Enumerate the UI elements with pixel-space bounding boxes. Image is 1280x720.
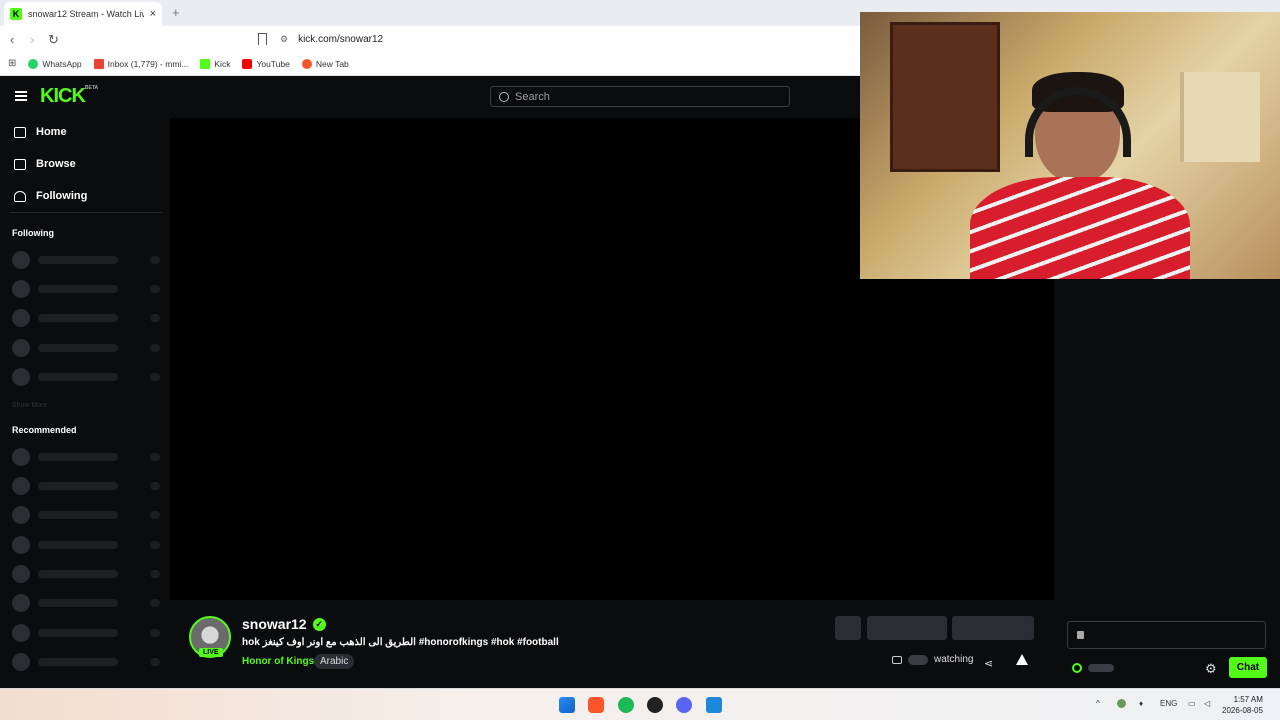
- stream-info: LIVE snowar12 ✓ hok الطريق الى الذهب مع …: [170, 600, 1054, 688]
- show-more-link[interactable]: Show More: [12, 402, 47, 409]
- emote-icon[interactable]: [1072, 663, 1082, 673]
- microphone-icon[interactable]: ♦: [1139, 699, 1143, 708]
- stream-title: hok الطريق الى الذهب مع اونر اوف كينغز #…: [242, 637, 559, 648]
- search-icon: [499, 91, 509, 102]
- obs-icon[interactable]: [647, 697, 663, 713]
- channel-skeleton: [12, 448, 160, 466]
- url-field[interactable]: ⚙ kick.com/snowar12: [280, 30, 840, 48]
- tab-title: snowar12 Stream - Watch Live o: [28, 9, 144, 19]
- clock[interactable]: 1:57 AM 2026-08-05: [1222, 694, 1263, 716]
- apps-grid-icon[interactable]: ⊞: [8, 58, 16, 69]
- follow-button[interactable]: [952, 616, 1034, 640]
- sidebar-item-home[interactable]: Home: [14, 126, 67, 138]
- gmail-icon: [93, 58, 104, 69]
- report-warning-icon[interactable]: [1016, 654, 1028, 665]
- channel-skeleton: [12, 653, 160, 671]
- browser-tab[interactable]: K snowar12 Stream - Watch Live o ×: [4, 2, 162, 26]
- channel-skeleton: [12, 280, 160, 298]
- viewer-count-skeleton: [908, 654, 928, 665]
- channel-skeleton: [12, 339, 160, 357]
- brave-icon[interactable]: [588, 697, 604, 713]
- network-icon[interactable]: ▭: [1188, 699, 1196, 708]
- channel-skeleton: [12, 624, 160, 642]
- browse-icon: [14, 158, 26, 170]
- new-tab-button[interactable]: +: [172, 5, 180, 20]
- bookmark-gmail[interactable]: Inbox (1,779) - mmi...: [93, 58, 188, 69]
- gift-button[interactable]: [835, 616, 861, 640]
- channel-skeleton: [12, 368, 160, 386]
- tray-chevron-icon[interactable]: ^: [1096, 699, 1100, 708]
- language-tag[interactable]: Arabic: [314, 654, 355, 669]
- forward-button[interactable]: ›: [30, 32, 34, 47]
- bookmark-kick[interactable]: Kick: [200, 58, 230, 69]
- back-button[interactable]: ‹: [10, 32, 14, 47]
- search-box[interactable]: [490, 86, 790, 107]
- verified-icon: ✓: [312, 617, 326, 631]
- channel-skeleton: [12, 506, 160, 524]
- cam-shelf: [1180, 72, 1260, 162]
- live-badge: LIVE: [199, 648, 223, 657]
- webcam-overlay: [860, 12, 1280, 279]
- brave-icon: [301, 58, 312, 69]
- emote-skeleton: [1088, 664, 1114, 672]
- site-info-icon[interactable]: ⚙: [280, 34, 288, 45]
- channel-skeleton: [12, 477, 160, 495]
- bookmark-new-tab[interactable]: New Tab: [301, 58, 349, 69]
- url-text: kick.com/snowar12: [298, 33, 384, 45]
- language-indicator[interactable]: ENG: [1160, 699, 1177, 708]
- subscribe-button[interactable]: [867, 616, 947, 640]
- sidebar-item-browse[interactable]: Browse: [14, 158, 76, 170]
- photos-app-icon[interactable]: [706, 697, 722, 713]
- bookmark-youtube[interactable]: YouTube: [242, 58, 290, 69]
- volume-icon[interactable]: ◁: [1204, 699, 1210, 708]
- streamer-name[interactable]: snowar12: [242, 616, 307, 632]
- sidebar-item-following[interactable]: Following: [14, 190, 87, 202]
- recommended-section-title: Recommended: [12, 425, 77, 435]
- tray-app-icon[interactable]: [1117, 699, 1126, 708]
- channel-skeleton: [12, 565, 160, 583]
- share-icon[interactable]: ⋖: [984, 657, 993, 670]
- youtube-icon: [242, 58, 253, 69]
- chat-settings-gear-icon[interactable]: ⚙: [1205, 661, 1217, 677]
- discord-icon[interactable]: [676, 697, 692, 713]
- kick-favicon-icon: K: [10, 8, 22, 20]
- close-tab-icon[interactable]: ×: [150, 8, 156, 20]
- kick-logo[interactable]: KICKBETA: [40, 85, 98, 108]
- channel-skeleton: [12, 251, 160, 269]
- chat-send-button[interactable]: Chat: [1229, 657, 1267, 678]
- sidebar-divider: [10, 212, 162, 213]
- streamer-webcam-figure: [970, 72, 1190, 279]
- hamburger-menu-icon[interactable]: [15, 91, 27, 101]
- channel-skeleton: [12, 594, 160, 612]
- reload-button[interactable]: ↻: [48, 32, 59, 48]
- following-section-title: Following: [12, 228, 54, 238]
- spotify-icon[interactable]: [618, 697, 634, 713]
- viewer-count: watching: [892, 654, 973, 665]
- sidebar: Home Browse Following Following Show Mor…: [0, 118, 170, 688]
- bookmark-icon[interactable]: [258, 33, 267, 45]
- whatsapp-icon: [28, 58, 39, 69]
- windows-start-icon[interactable]: [559, 697, 575, 713]
- home-icon: [14, 126, 26, 138]
- chat-input[interactable]: [1067, 621, 1266, 649]
- channel-skeleton: [12, 309, 160, 327]
- heart-icon: [14, 190, 26, 202]
- streamer-name-row: snowar12 ✓: [242, 616, 326, 632]
- category-link[interactable]: Honor of Kings: [242, 656, 314, 667]
- windows-taskbar: ^ ♦ ENG ▭ ◁ 1:57 AM 2026-08-05: [0, 688, 1280, 720]
- kick-icon: [200, 58, 211, 69]
- lock-icon: [1077, 631, 1084, 639]
- channel-skeleton: [12, 536, 160, 554]
- bookmark-whatsapp[interactable]: WhatsApp: [28, 58, 82, 69]
- viewers-icon: [892, 655, 902, 664]
- search-input[interactable]: [515, 90, 775, 103]
